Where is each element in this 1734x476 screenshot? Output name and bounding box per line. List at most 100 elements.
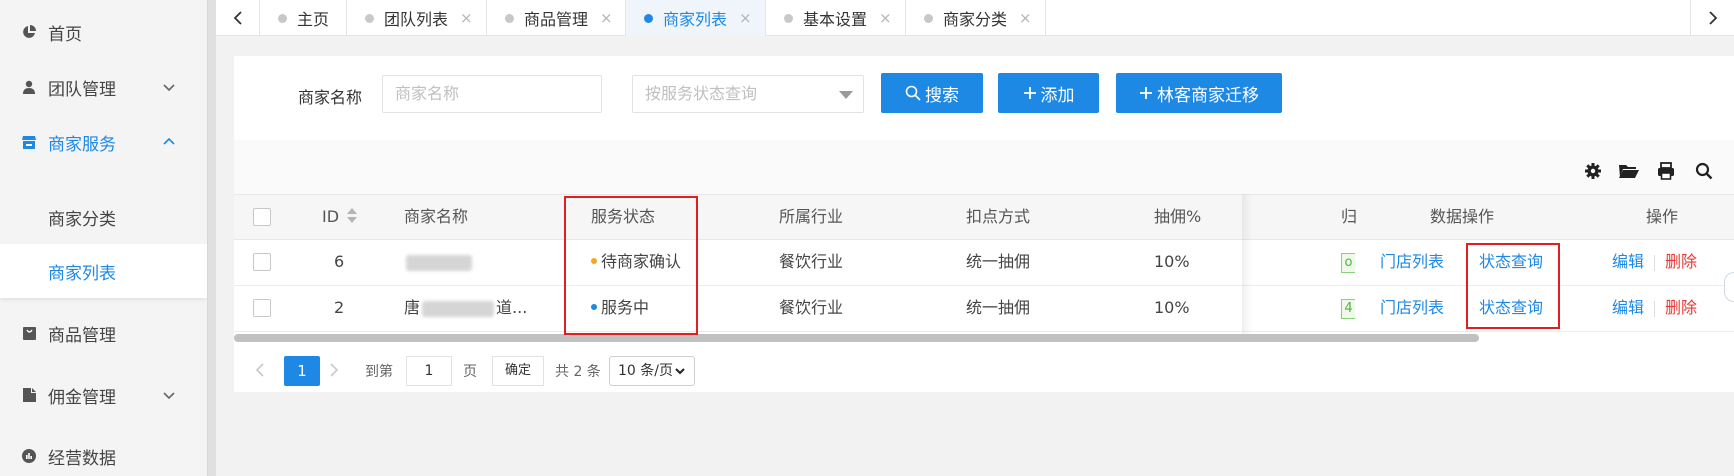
merchant-name-label: 商家名称	[298, 88, 363, 107]
column-header-industry: 所属行业	[779, 207, 844, 226]
row-checkbox[interactable]	[253, 299, 271, 317]
highlight-box-status-column	[564, 196, 698, 335]
chevron-up-icon	[163, 137, 175, 145]
page-size-value: 10 条/页	[618, 363, 673, 379]
tab-label: 商品管理	[524, 10, 589, 29]
pie-chart-icon	[22, 25, 36, 39]
sidebar-item-product[interactable]: 商品管理	[0, 305, 207, 361]
goto-confirm-button[interactable]: 确定	[492, 356, 544, 386]
tab-status-dot	[278, 13, 287, 23]
cell-id: 2	[334, 298, 345, 317]
highlight-box-status-query	[1466, 243, 1560, 329]
tab-status-dot	[505, 13, 514, 23]
tab-merchant-list[interactable]: 商家列表 ×	[626, 0, 766, 36]
close-icon[interactable]: ×	[879, 9, 892, 27]
pagination: 1 到第 1 页 确定 共 2 条 10 条/页	[234, 348, 1734, 392]
belong-badge: 4	[1341, 298, 1355, 319]
sidebar-item-label: 首页	[48, 24, 82, 45]
column-header-deduct: 扣点方式	[966, 207, 1031, 226]
chevron-down-icon	[163, 84, 175, 92]
column-header-commission: 抽佣%	[1154, 207, 1202, 226]
tab-scroll-right-button[interactable]	[1690, 0, 1734, 36]
horizontal-scrollbar[interactable]	[234, 334, 1479, 342]
table-toolbar	[234, 140, 1734, 194]
edit-link[interactable]: 编辑	[1612, 298, 1644, 317]
column-header-id[interactable]: ID	[322, 195, 358, 239]
side-drawer-handle[interactable]	[1724, 272, 1734, 302]
service-status-select[interactable]: 按服务状态查询	[632, 75, 864, 113]
search-icon[interactable]	[1693, 160, 1715, 182]
select-placeholder: 按服务状态查询	[645, 84, 758, 103]
tab-status-dot	[644, 13, 653, 23]
chevron-down-icon	[163, 392, 175, 400]
cell-name-redacted	[406, 240, 472, 284]
cell-deduct: 统一抽佣	[966, 298, 1031, 317]
goto-page-input[interactable]: 1	[406, 356, 452, 386]
sidebar: 首页 团队管理 商家服务 商家分类 商家列表 商品管理 佣金管理 经营数据	[0, 0, 207, 476]
tab-status-dot	[924, 13, 933, 23]
store-list-link[interactable]: 门店列表	[1380, 286, 1444, 330]
add-button[interactable]: 添加	[998, 73, 1099, 113]
column-header-name: 商家名称	[404, 207, 469, 226]
cell-industry: 餐饮行业	[779, 252, 844, 271]
tab-team-list[interactable]: 团队列表 ×	[347, 0, 487, 36]
gear-icon[interactable]	[1582, 160, 1604, 182]
prev-page-button[interactable]	[252, 358, 268, 382]
content-panel: 商家名称 商家名称 按服务状态查询 搜索 添加 林客商家迁移 ID 商家名称 服…	[234, 56, 1734, 392]
tab-status-dot	[365, 13, 374, 23]
row-actions: 编辑 删除	[1612, 286, 1697, 330]
sidebar-item-home[interactable]: 首页	[0, 4, 207, 60]
sidebar-item-label: 团队管理	[48, 79, 116, 100]
belong-badge: o	[1341, 252, 1355, 273]
tab-scroll-left-button[interactable]	[216, 0, 260, 36]
total-count: 共 2 条	[555, 364, 601, 380]
cell-id: 6	[334, 252, 345, 271]
tab-label: 基本设置	[803, 10, 868, 29]
select-all-checkbox[interactable]	[253, 208, 271, 226]
tab-label: 团队列表	[384, 10, 449, 29]
sidebar-item-label: 商家分类	[48, 209, 116, 230]
cell-deduct: 统一抽佣	[966, 252, 1031, 271]
row-checkbox[interactable]	[253, 253, 271, 271]
page-size-select[interactable]: 10 条/页	[609, 356, 695, 386]
column-header-ops: 操作	[1646, 207, 1679, 226]
delete-link[interactable]: 删除	[1665, 298, 1697, 317]
migrate-button[interactable]: 林客商家迁移	[1116, 73, 1282, 113]
header-label: ID	[322, 207, 340, 226]
edit-link[interactable]: 编辑	[1612, 252, 1644, 271]
store-list-link[interactable]: 门店列表	[1380, 240, 1444, 284]
sidebar-item-team[interactable]: 团队管理	[0, 59, 207, 115]
folder-open-icon[interactable]	[1618, 160, 1640, 182]
tab-home[interactable]: 主页	[260, 0, 347, 36]
cell-commission: 10%	[1154, 298, 1190, 317]
sidebar-item-label: 佣金管理	[48, 387, 116, 408]
close-icon[interactable]: ×	[600, 9, 613, 27]
delete-link[interactable]: 删除	[1665, 252, 1697, 271]
tab-product-management[interactable]: 商品管理 ×	[487, 0, 626, 36]
chevron-left-icon	[255, 363, 264, 377]
tab-label: 商家列表	[663, 10, 728, 29]
print-icon[interactable]	[1655, 160, 1677, 182]
goto-label: 到第	[365, 364, 393, 380]
sort-icon[interactable]	[347, 208, 358, 224]
sidebar-item-merchant-list[interactable]: 商家列表	[0, 244, 207, 298]
close-icon[interactable]: ×	[739, 9, 752, 27]
page-number-current[interactable]: 1	[284, 356, 320, 386]
tab-label: 商家分类	[943, 10, 1008, 29]
merchant-name-input[interactable]: 商家名称	[382, 75, 602, 113]
next-page-button[interactable]	[326, 358, 342, 382]
sidebar-item-commission[interactable]: 佣金管理	[0, 367, 207, 423]
sidebar-item-merchant-service[interactable]: 商家服务	[0, 114, 207, 170]
close-icon[interactable]: ×	[1019, 9, 1032, 27]
sidebar-item-business-data[interactable]: 经营数据	[0, 428, 207, 476]
cell-commission: 10%	[1154, 252, 1190, 271]
column-header-data-ops: 数据操作	[1430, 207, 1495, 226]
tab-basic-settings[interactable]: 基本设置 ×	[766, 0, 906, 36]
sidebar-item-label: 商家服务	[48, 134, 116, 155]
tab-bar: 主页 团队列表 × 商品管理 × 商家列表 × 基本设置 × 商家分类 ×	[216, 0, 1734, 36]
search-button-label: 搜索	[925, 85, 959, 106]
sidebar-item-merchant-category[interactable]: 商家分类	[0, 190, 207, 244]
search-button[interactable]: 搜索	[881, 73, 983, 113]
close-icon[interactable]: ×	[460, 9, 473, 27]
tab-merchant-category[interactable]: 商家分类 ×	[906, 0, 1046, 36]
